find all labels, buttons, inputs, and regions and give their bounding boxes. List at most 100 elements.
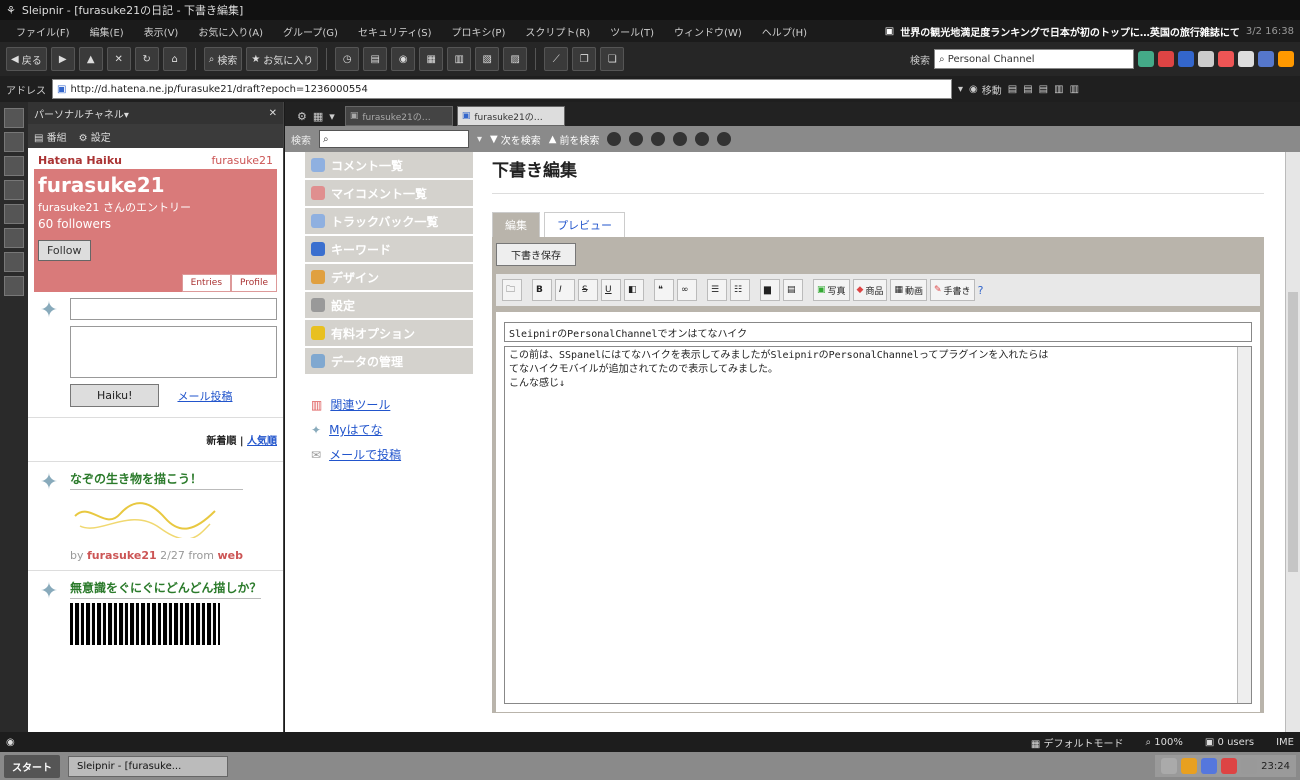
taskbar-item[interactable]: Sleipnir - [furasuke... (68, 755, 228, 777)
panel-icon[interactable] (4, 180, 24, 200)
url-input[interactable]: ▣ http://d.hatena.ne.jp/furasuke21/draft… (52, 79, 952, 99)
find-input[interactable]: ⌕ (319, 130, 469, 148)
highlight-icon[interactable] (607, 132, 622, 146)
home-button[interactable]: ⌂ (162, 47, 187, 71)
tray-icon[interactable] (1181, 758, 1198, 774)
users-indicator[interactable]: ▣ 0 users (1205, 737, 1254, 748)
menu-tools[interactable]: ツール(T) (600, 24, 664, 39)
tray-icon[interactable] (1161, 758, 1178, 774)
tray-icon[interactable] (1221, 758, 1238, 774)
mode-indicator[interactable]: ▦ デフォルトモード (1031, 735, 1124, 750)
italic-button[interactable]: I (555, 279, 575, 301)
table-button[interactable]: ▤ (783, 279, 803, 301)
scrollbar-thumb[interactable] (1288, 292, 1298, 572)
url-dropdown-icon[interactable]: ▾ (958, 84, 963, 95)
find-option-icon[interactable] (717, 132, 732, 146)
panel-icon[interactable] (4, 228, 24, 248)
doodle-image[interactable] (70, 496, 220, 540)
find-option-icon[interactable] (695, 132, 710, 146)
rss-button[interactable]: ◉ (391, 47, 416, 71)
panel-title[interactable]: パーソナルチャネル▾ (34, 106, 129, 121)
help-icon[interactable]: ? (978, 284, 984, 297)
sort-new[interactable]: 新着順 (206, 436, 236, 447)
browser-tab-active[interactable]: ▣ furasuke21の… (456, 106, 565, 126)
find-next-button[interactable]: ▼ 次を検索 (490, 132, 541, 147)
grid-icon[interactable]: ▦ (313, 110, 323, 123)
product-button[interactable]: ◆ 商品 (852, 279, 888, 301)
hatena-haiku-logo[interactable]: Hatena Haiku furasuke21 (34, 152, 277, 169)
search-engine-icon[interactable] (1258, 51, 1274, 67)
find-option-icon[interactable] (651, 132, 666, 146)
channel-button[interactable]: ▤ 番組 (34, 129, 67, 144)
menu-proxy[interactable]: プロキシ(P) (442, 24, 516, 39)
entry-title[interactable]: 無意識をぐにぐにどんどん描しか？ (70, 579, 262, 599)
search-engine-icon[interactable] (1158, 51, 1174, 67)
stop-button[interactable]: ✕ (106, 47, 131, 71)
video-button[interactable]: ▦ 動画 (890, 279, 927, 301)
entry-title[interactable]: なぞの生き物を描こう！ (70, 470, 243, 490)
panel-icon[interactable] (4, 276, 24, 296)
panel-icon[interactable] (4, 252, 24, 272)
search-engine-icon[interactable] (1218, 51, 1234, 67)
go-button[interactable]: ◉ 移動 (969, 82, 1002, 97)
menu-security[interactable]: セキュリティ(S) (348, 24, 442, 39)
mail-post-link[interactable]: メール投稿 (177, 388, 232, 404)
panel-icon[interactable] (4, 204, 24, 224)
panel-icon[interactable] (4, 132, 24, 152)
mail-post-link[interactable]: ✉ メールで投稿 (305, 442, 473, 467)
haiku-textarea[interactable] (70, 326, 277, 378)
back-button[interactable]: ◀ 戻る (6, 47, 47, 71)
menu-help[interactable]: ヘルプ(H) (752, 24, 817, 39)
tab-preview[interactable]: プレビュー (544, 212, 625, 237)
folder-icon[interactable]: 🗀 (502, 279, 522, 301)
title-field[interactable]: SleipnirのPersonalChannelでオンはてなハイク (504, 322, 1252, 342)
blockquote-button[interactable]: ❝ (654, 279, 674, 301)
nav-keywords[interactable]: キーワード (305, 236, 473, 262)
save-draft-button[interactable]: 下書き保存 (496, 243, 576, 266)
menu-window[interactable]: ウィンドウ(W) (664, 24, 752, 39)
help-icon[interactable] (1278, 51, 1294, 67)
bold-button[interactable]: B (532, 279, 552, 301)
follow-button[interactable]: Follow (38, 240, 91, 261)
tray-icon[interactable] (1201, 758, 1218, 774)
panel-icon[interactable] (4, 156, 24, 176)
page-tool-icon[interactable]: ▤ (1039, 84, 1048, 95)
chevron-down-icon[interactable]: ▾ (329, 110, 335, 123)
browser-tab[interactable]: ▣ furasuke21の… (344, 106, 453, 126)
list-button[interactable]: ☰ (707, 279, 727, 301)
chevron-down-icon[interactable]: ▾ (477, 134, 482, 145)
page-tool-icon[interactable]: ▥ (1070, 84, 1079, 95)
tool-button[interactable]: ⟋ (544, 47, 569, 71)
paste-button[interactable]: ❏ (600, 47, 625, 71)
close-icon[interactable]: ✕ (269, 108, 277, 119)
copy-button[interactable]: ❐ (572, 47, 597, 71)
tab-edit[interactable]: 編集 (492, 212, 540, 237)
underline-button[interactable]: U (601, 279, 621, 301)
keyword-input[interactable] (70, 298, 277, 320)
nav-settings[interactable]: 設定 (305, 292, 473, 318)
sort-popular[interactable]: 人気順 (247, 436, 277, 447)
find-prev-button[interactable]: ▲ 前を検索 (549, 132, 600, 147)
nav-paid-options[interactable]: 有料オプション (305, 320, 473, 346)
nav-trackbacks[interactable]: トラックバック一覧 (305, 208, 473, 234)
nav-my-comments[interactable]: マイコメント一覧 (305, 180, 473, 206)
ime-indicator[interactable]: IME (1276, 737, 1294, 748)
menu-file[interactable]: ファイル(F) (6, 24, 80, 39)
photo-button[interactable]: ▣ 写真 (813, 279, 850, 301)
up-button[interactable]: ▲ (78, 47, 103, 71)
search-engine-icon[interactable] (1198, 51, 1214, 67)
menu-view[interactable]: 表示(V) (134, 24, 189, 39)
search-input[interactable]: ⌕ Personal Channel (934, 49, 1134, 69)
image-button[interactable]: ▆ (760, 279, 780, 301)
profile-name[interactable]: furasuke21 (34, 169, 277, 197)
nav-design[interactable]: デザイン (305, 264, 473, 290)
find-option-icon[interactable] (673, 132, 688, 146)
favorites-button[interactable]: ★ お気に入り (246, 47, 319, 71)
tray-icon[interactable] (1241, 758, 1258, 774)
link-button[interactable]: ∞ (677, 279, 697, 301)
split-button[interactable]: ▧ (475, 47, 500, 71)
forward-button[interactable]: ▶ (50, 47, 75, 71)
clip-button[interactable]: ▤ (363, 47, 388, 71)
page-scrollbar[interactable] (1285, 152, 1300, 732)
zoom-indicator[interactable]: ⌕ 100% (1146, 737, 1183, 748)
